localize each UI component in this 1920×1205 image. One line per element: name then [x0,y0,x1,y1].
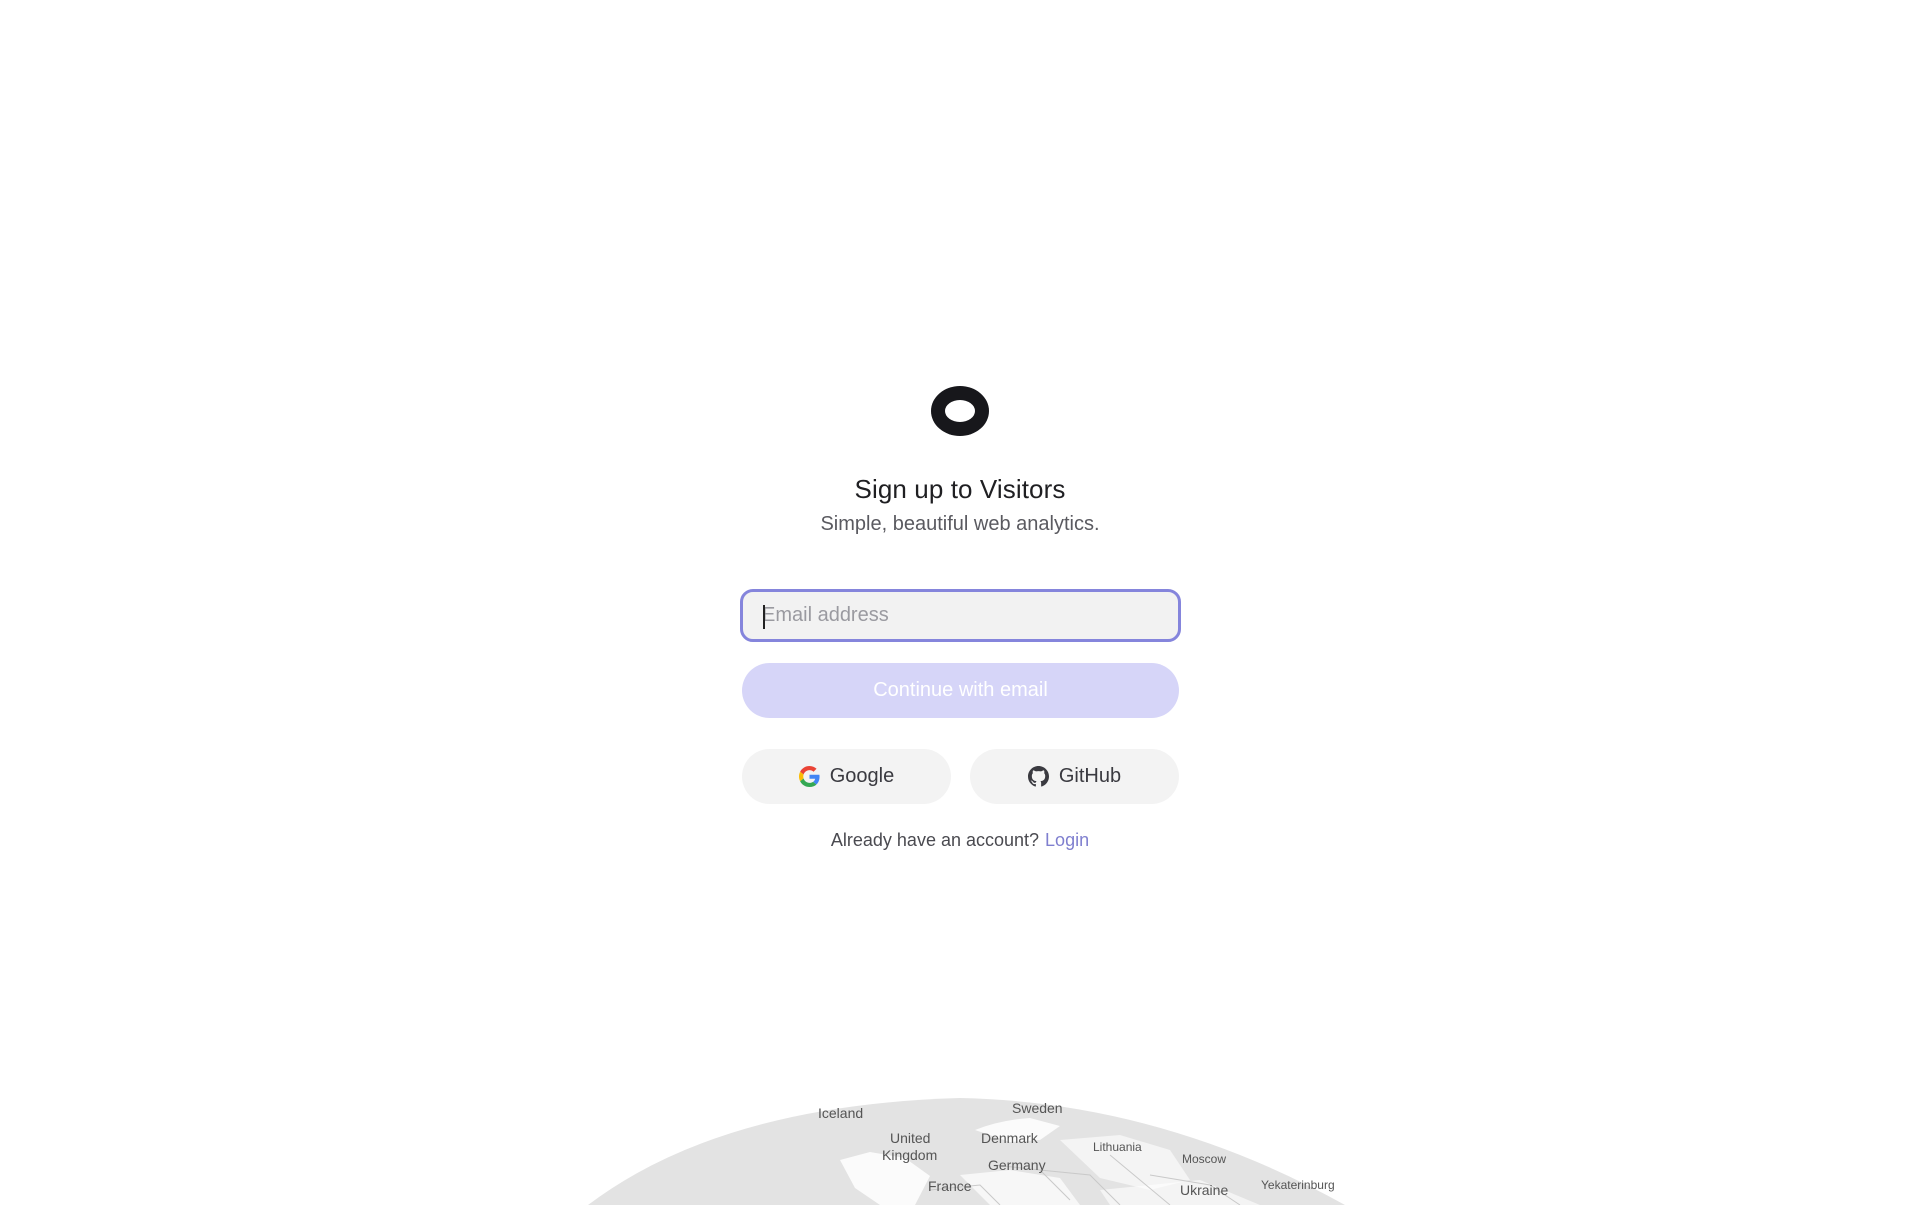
map-label-iceland: Iceland [818,1105,864,1121]
map-label-yekaterinburg: Yekaterinburg [1261,1178,1335,1192]
map-label-france: France [928,1178,972,1194]
github-signin-button[interactable]: GitHub [970,749,1179,804]
map-label-denmark: Denmark [981,1130,1038,1146]
email-field[interactable] [740,589,1181,642]
map-label-ukraine: Ukraine [1180,1182,1229,1198]
map-label-germany: Germany [988,1157,1046,1173]
google-icon [798,766,820,787]
google-button-label: Google [829,765,895,787]
login-link[interactable]: Login [1045,830,1089,850]
page-subtitle: Simple, beautiful web analytics. [820,513,1100,535]
map-label-united-kingdom-1: United [890,1130,931,1146]
map-label-sweden: Sweden [1012,1100,1063,1116]
map-label-lithuania: Lithuania [1093,1140,1142,1154]
github-button-label: GitHub [1058,765,1122,787]
visitors-logo-icon [931,386,989,436]
page-title: Sign up to Visitors [854,474,1066,504]
text-caret [763,605,765,629]
google-signin-button[interactable]: Google [742,749,951,804]
continue-with-email-button[interactable]: Continue with email [742,663,1179,718]
map-label-moscow: Moscow [1182,1152,1227,1166]
login-prompt: Already have an account? Login [0,830,1920,851]
continue-button-label: Continue with email [873,679,1048,701]
github-icon [1027,766,1049,787]
map-label-united-kingdom-2: Kingdom [882,1147,938,1163]
signup-page: Sign up to Visitors Simple, beautiful we… [0,0,1920,1205]
login-prompt-text: Already have an account? [830,830,1040,850]
email-input[interactable] [743,592,1178,639]
